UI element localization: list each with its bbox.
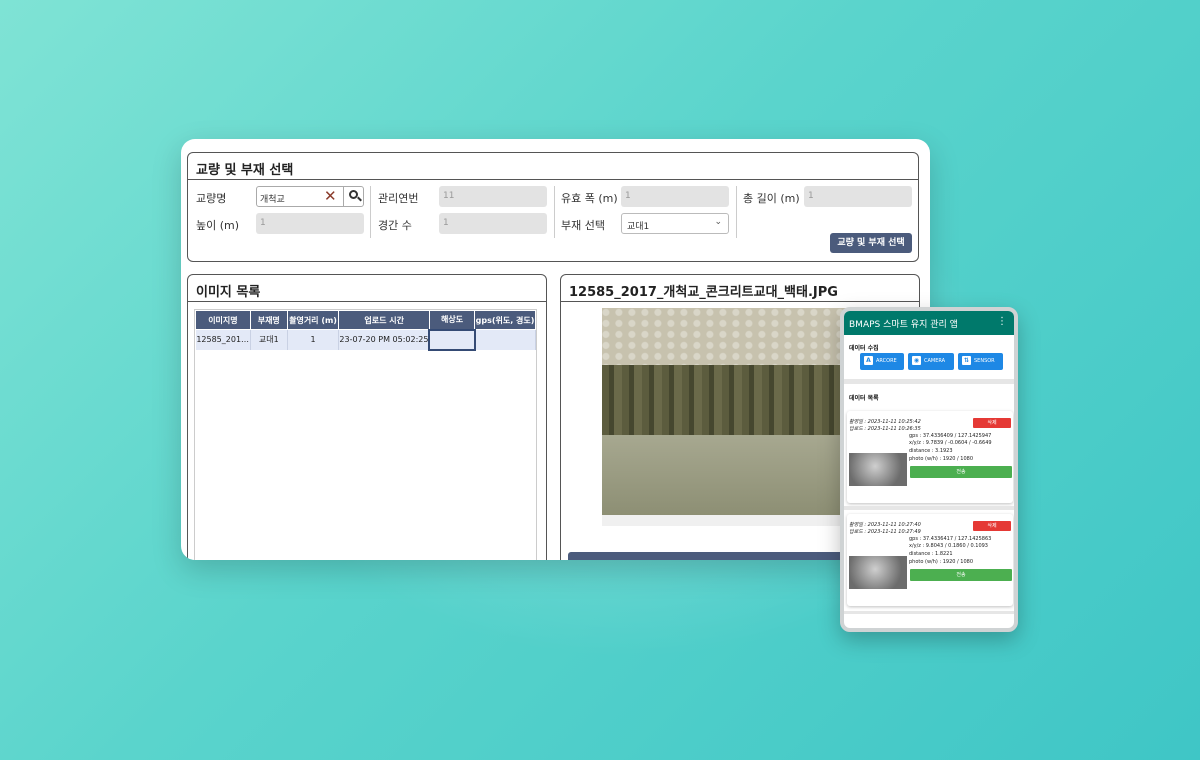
table-cell[interactable]: 12585_201… xyxy=(195,329,251,350)
image-file-title: 12585_2017_개척교_콘크리트교대_백태.JPG xyxy=(561,275,919,302)
upload-date: 업로드 : 2023-11-11 10:26:35 xyxy=(849,426,921,432)
column-header[interactable]: 부재명 xyxy=(249,310,288,330)
photo-thumbnail[interactable] xyxy=(849,556,907,589)
xyz-text: x/y/z : 9.7839 / -0.0604 / -0.6649 xyxy=(909,440,992,446)
column-header[interactable]: gps(위도, 경도) xyxy=(474,310,536,330)
column-header[interactable]: 이미지명 xyxy=(195,310,251,330)
bridge-selection-panel: 교량 및 부재 선택 교량명 개척교 ✕ 높이 (m) 1 관리연번 11 경간… xyxy=(187,152,919,262)
shot-date: 촬영일 : 2023-11-11 10:27:40 xyxy=(849,522,921,528)
sensor-label: SENSOR xyxy=(974,358,995,364)
height-label: 높이 (m) xyxy=(196,219,240,232)
desktop-window: 교량 및 부재 선택 교량명 개척교 ✕ 높이 (m) 1 관리연번 11 경간… xyxy=(181,139,930,560)
distance-text: distance : 3.1923 xyxy=(909,448,953,454)
send-button[interactable]: 전송 xyxy=(910,569,1012,581)
more-menu-icon[interactable]: ⋮ xyxy=(997,316,1007,327)
distance-text: distance : 1.8221 xyxy=(909,551,953,557)
sensor-icon: ⇅ xyxy=(962,356,971,365)
bridge-name-label: 교량명 xyxy=(196,192,227,205)
select-bridge-button[interactable]: 교량 및 부재 선택 xyxy=(830,233,912,253)
total-length-label: 총 길이 (m) xyxy=(743,192,800,205)
bridge-name-input[interactable]: 개척교 ✕ xyxy=(256,186,364,207)
column-header[interactable]: 해상도 xyxy=(428,310,476,330)
search-icon[interactable] xyxy=(343,186,364,207)
xyz-text: x/y/z : 9.8043 / 0.1860 / 0.1093 xyxy=(909,543,988,549)
span-count-input[interactable]: 1 xyxy=(439,213,547,234)
delete-button[interactable]: 삭제 xyxy=(973,521,1011,531)
section-divider xyxy=(844,611,1014,614)
data-card: 촬영일 : 2023-11-11 10:27:40 업로드 : 2023-11-… xyxy=(847,514,1013,606)
divider xyxy=(736,186,737,238)
photo-size-text: photo (w/h) : 1920 / 1080 xyxy=(909,456,974,462)
image-list-panel: 이미지 목록 이미지명 부재명 촬영거리 (m) 업로드 시간 해상도 gps(… xyxy=(187,274,547,560)
camera-label: CAMERA xyxy=(924,358,946,364)
table-cell[interactable]: 23-07-20 PM 05:02:25 xyxy=(338,329,430,350)
inspection-photo[interactable] xyxy=(602,308,874,526)
span-count-label: 경간 수 xyxy=(378,219,412,232)
app-title: BMAPS 스마트 유지 관리 앱 xyxy=(849,320,958,330)
arcore-icon: A xyxy=(864,356,873,365)
upload-date: 업로드 : 2023-11-11 10:27:49 xyxy=(849,529,921,535)
member-label: 부재 선택 xyxy=(561,219,605,232)
photo-thumbnail[interactable] xyxy=(849,453,907,486)
panel-title: 교량 및 부재 선택 xyxy=(188,153,918,180)
list-title: 데이터 목록 xyxy=(849,395,879,402)
column-header[interactable]: 촬영거리 (m) xyxy=(286,310,340,330)
sensor-button[interactable]: ⇅ SENSOR xyxy=(958,353,1003,370)
data-card: 촬영일 : 2023-11-11 10:25:42 업로드 : 2023-11-… xyxy=(847,411,1013,503)
image-grid: 이미지명 부재명 촬영거리 (m) 업로드 시간 해상도 gps(위도, 경도)… xyxy=(194,309,537,560)
camera-icon: ◉ xyxy=(912,356,921,365)
section-divider xyxy=(844,379,1014,384)
divider xyxy=(370,186,371,238)
clear-icon[interactable]: ✕ xyxy=(324,189,337,204)
chevron-down-icon: ⌄ xyxy=(714,217,722,227)
camera-button[interactable]: ◉ CAMERA xyxy=(908,353,954,370)
table-cell[interactable] xyxy=(428,328,476,351)
table-row[interactable]: 12585_201… 교대1 1 23-07-20 PM 05:02:25 xyxy=(195,328,536,351)
divider xyxy=(554,186,555,238)
member-value: 교대1 xyxy=(627,222,650,232)
width-input[interactable]: 1 xyxy=(621,186,729,207)
column-header[interactable]: 업로드 시간 xyxy=(338,310,430,330)
table-cell[interactable]: 1 xyxy=(287,329,340,350)
section-divider xyxy=(844,506,1014,510)
arcore-label: ARCORE xyxy=(876,358,897,364)
send-button[interactable]: 전송 xyxy=(910,466,1012,478)
table-cell[interactable] xyxy=(474,329,536,350)
bridge-name-value: 개척교 xyxy=(260,195,285,205)
table-cell[interactable]: 교대1 xyxy=(250,329,288,350)
mgmt-year-input[interactable]: 11 xyxy=(439,186,547,207)
panel-title: 이미지 목록 xyxy=(188,275,546,302)
member-select[interactable]: 교대1 ⌄ xyxy=(621,213,729,234)
width-label: 유효 폭 (m) xyxy=(561,192,618,205)
collect-title: 데이터 수집 xyxy=(849,345,879,352)
shot-date: 촬영일 : 2023-11-11 10:25:42 xyxy=(849,419,921,425)
photo-size-text: photo (w/h) : 1920 / 1080 xyxy=(909,559,974,565)
delete-button[interactable]: 삭제 xyxy=(973,418,1011,428)
phone-app: BMAPS 스마트 유지 관리 앱 ⋮ 데이터 수집 A ARCORE ◉ CAME… xyxy=(840,307,1018,632)
height-input[interactable]: 1 xyxy=(256,213,364,234)
app-bar: BMAPS 스마트 유지 관리 앱 ⋮ xyxy=(844,311,1014,335)
total-length-input[interactable]: 1 xyxy=(804,186,912,207)
mgmt-year-label: 관리연번 xyxy=(378,192,419,205)
arcore-button[interactable]: A ARCORE xyxy=(860,353,904,370)
